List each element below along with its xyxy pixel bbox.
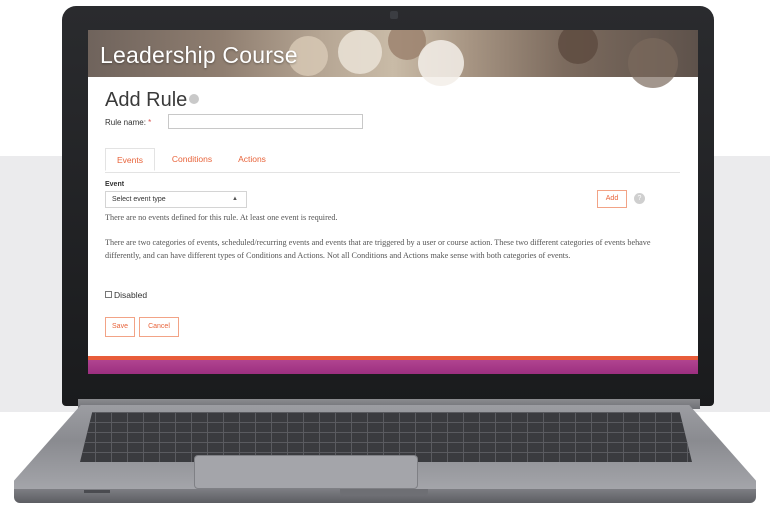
page-title: Add Rule (105, 89, 200, 112)
events-description: There are two categories of events, sche… (105, 238, 651, 260)
tab-events[interactable]: Events (105, 148, 155, 171)
question-icon[interactable]: ? (634, 193, 645, 204)
page-title-text: Add Rule (105, 89, 188, 111)
cancel-button[interactable]: Cancel (139, 317, 179, 337)
event-type-select[interactable]: Select event type ▲︎ (105, 191, 247, 208)
disabled-label: Disabled (114, 290, 148, 300)
tab-conditions[interactable]: Conditions (159, 148, 225, 171)
course-title: Leadership Course (100, 42, 298, 68)
rule-name-input[interactable] (168, 114, 363, 129)
no-events-message: There are no events defined for this rul… (105, 213, 338, 222)
disabled-checkbox[interactable] (105, 291, 112, 299)
side-port (84, 490, 110, 493)
save-button[interactable]: Save (105, 317, 135, 337)
required-icon: * (148, 118, 152, 127)
select-caret-icon: ▲︎ (232, 196, 238, 202)
footer-band (88, 356, 698, 374)
tab-actions[interactable]: Actions (227, 148, 277, 171)
touchpad (194, 455, 418, 489)
rule-tabs: Events Conditions Actions (105, 148, 680, 173)
disabled-checkbox-row[interactable]: Disabled (105, 290, 147, 300)
event-type-select-value: Select event type (112, 196, 166, 203)
lid-notch (340, 489, 428, 496)
laptop-screen: Leadership Course Add Rule Rule name: * … (88, 30, 698, 374)
rule-name-label-text: Rule name: (105, 118, 146, 127)
course-banner: Leadership Course (88, 30, 698, 88)
help-icon[interactable] (189, 93, 200, 104)
webcam-icon (390, 11, 398, 19)
event-label: Event (105, 181, 125, 188)
add-event-button[interactable]: Add (597, 190, 627, 208)
rule-name-label: Rule name: * (105, 118, 151, 127)
